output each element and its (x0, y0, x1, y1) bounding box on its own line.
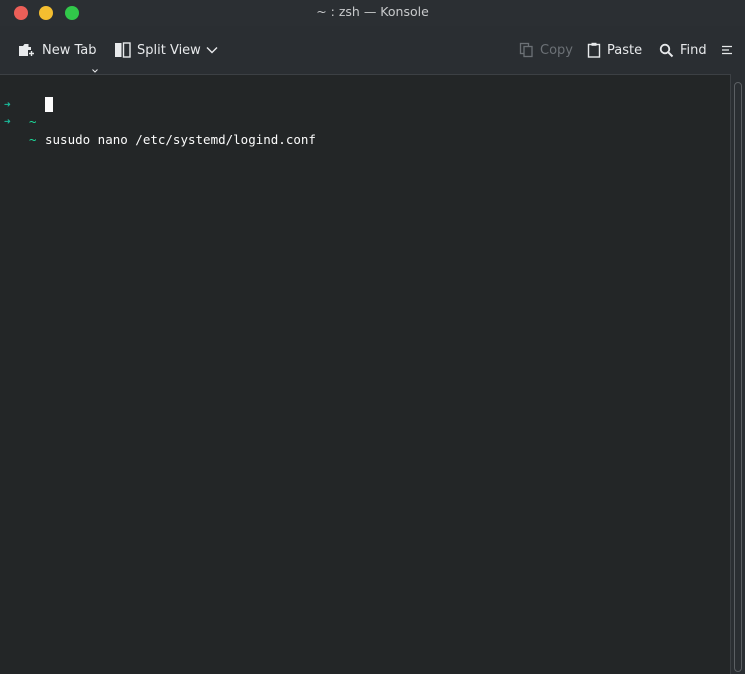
find-button[interactable]: Find (659, 26, 707, 74)
toolbar: New Tab Split View Copy Paste Find (0, 26, 745, 74)
split-view-button[interactable]: Split View (114, 26, 201, 74)
paste-label: Paste (607, 42, 643, 58)
scrollbar-thumb[interactable] (734, 82, 742, 672)
prompt-directory: ~ (29, 131, 37, 147)
title-bar[interactable]: ~ : zsh — Konsole (0, 0, 745, 26)
chevron-down-icon (205, 45, 219, 55)
terminal-line: ➜ ~ (0, 96, 730, 147)
new-tab-label: New Tab (42, 42, 97, 58)
copy-icon (519, 42, 534, 58)
paste-button[interactable]: Paste (587, 26, 642, 74)
main-menu-button[interactable] (721, 26, 733, 74)
split-view-icon (114, 42, 131, 58)
window-title: ~ : zsh — Konsole (316, 4, 429, 19)
hamburger-menu-icon (721, 44, 733, 56)
new-tab-icon (18, 42, 36, 58)
copy-label: Copy (540, 42, 573, 58)
terminal-scrollbar[interactable] (730, 74, 745, 674)
search-icon (659, 43, 674, 58)
konsole-window: ~ : zsh — Konsole New Tab Split View Cop… (0, 0, 745, 674)
prompt-arrow: ➜ (4, 115, 11, 128)
paste-icon (587, 42, 601, 58)
text-cursor (45, 96, 53, 112)
new-tab-dropdown-icon[interactable] (92, 59, 98, 73)
command-text: susudo nano /etc/systemd/logind.conf (45, 131, 316, 147)
copy-button[interactable]: Copy (519, 26, 573, 74)
terminal-area[interactable]: ➜ ~ susudo nano /etc/systemd/logind.conf… (0, 74, 730, 674)
find-label: Find (680, 42, 707, 58)
split-view-label: Split View (137, 42, 201, 58)
split-view-dropdown-button[interactable] (205, 26, 219, 74)
new-tab-button[interactable]: New Tab (18, 26, 97, 74)
terminal-line: ➜ ~ susudo nano /etc/systemd/logind.conf (0, 78, 730, 147)
